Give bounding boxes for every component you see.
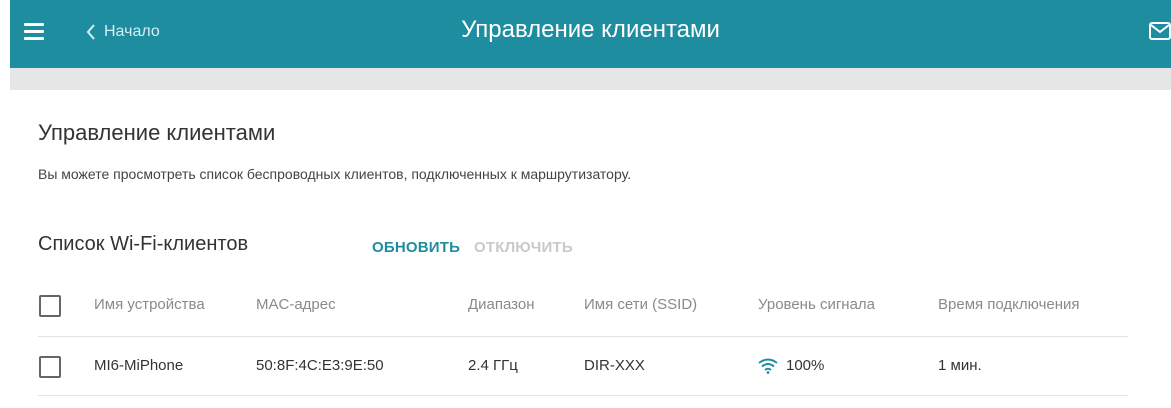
section-title: Управление клиентами bbox=[38, 120, 276, 145]
column-header-mac: MAC-адрес bbox=[256, 296, 336, 313]
column-header-device-name: Имя устройства bbox=[94, 296, 205, 313]
ssid-cell: DIR-XXX bbox=[584, 357, 645, 374]
sub-header-bar bbox=[10, 68, 1171, 90]
wifi-signal-icon bbox=[758, 358, 778, 374]
connection-time-cell: 1 мин. bbox=[938, 357, 982, 374]
signal-value: 100% bbox=[786, 357, 825, 374]
select-all-checkbox[interactable] bbox=[39, 295, 61, 317]
refresh-button[interactable]: ОБНОВИТЬ bbox=[372, 239, 460, 256]
table-row[interactable]: MI6-MiPhone 50:8F:4C:E3:9E:50 2.4 ГГц DI… bbox=[38, 337, 1128, 396]
signal-cell: 100% bbox=[758, 357, 824, 374]
wifi-clients-list-title: Список Wi-Fi-клиентов bbox=[38, 233, 249, 255]
main-content: Управление клиентами Вы можете просмотре… bbox=[10, 90, 1171, 408]
section-description: Вы можете просмотреть список беспроводны… bbox=[38, 166, 632, 182]
top-bar: Начало Управление клиентами bbox=[10, 0, 1171, 68]
device-name-cell: MI6-MiPhone bbox=[94, 357, 184, 374]
column-header-signal: Уровень сигнала bbox=[758, 296, 876, 313]
column-header-connection-time: Время подключения bbox=[938, 296, 1080, 313]
page-title: Управление клиентами bbox=[461, 16, 720, 43]
mail-icon[interactable] bbox=[1149, 22, 1171, 45]
row-checkbox[interactable] bbox=[39, 356, 61, 378]
column-header-band: Диапазон bbox=[468, 296, 535, 313]
table-header-row: Имя устройства MAC-адрес Диапазон Имя се… bbox=[38, 276, 1128, 337]
column-header-ssid: Имя сети (SSID) bbox=[584, 296, 698, 313]
mac-address-cell: 50:8F:4C:E3:9E:50 bbox=[256, 357, 384, 374]
disconnect-button[interactable]: ОТКЛЮЧИТЬ bbox=[474, 239, 573, 256]
clients-table: Имя устройства MAC-адрес Диапазон Имя се… bbox=[38, 276, 1128, 396]
band-cell: 2.4 ГГц bbox=[468, 357, 518, 374]
